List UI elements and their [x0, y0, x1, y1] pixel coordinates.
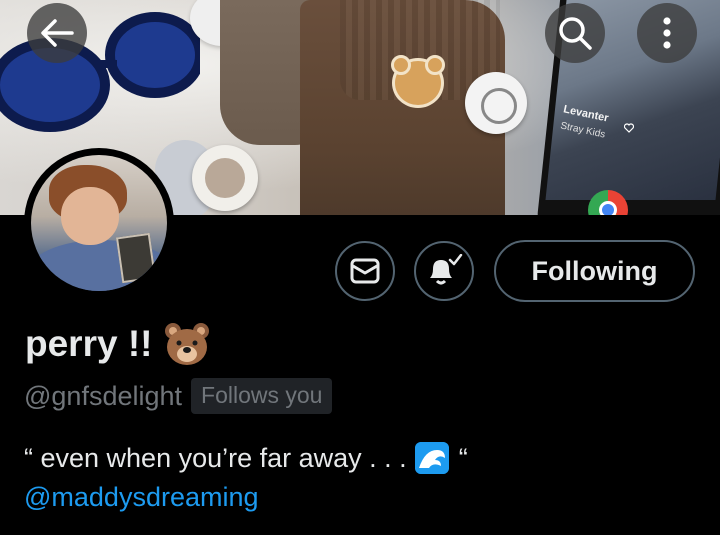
bear-face-icon [165, 323, 210, 365]
bio-mention-link[interactable]: @maddysdreaming [24, 482, 259, 513]
heart-icon [624, 123, 634, 133]
follows-you-badge: Follows you [191, 378, 333, 414]
handle-row: @gnfsdelight Follows you [24, 378, 333, 414]
search-button[interactable] [545, 3, 605, 63]
user-handle: @gnfsdelight [24, 380, 183, 411]
water-wave-icon [414, 442, 449, 474]
profile-name-row: perry !! [25, 322, 210, 366]
display-name: perry !! [25, 323, 153, 364]
message-button[interactable] [335, 241, 395, 301]
button-pin-image [192, 145, 258, 211]
mail-icon [350, 258, 380, 284]
avatar-image [31, 155, 167, 291]
bio-close-quote: “ [458, 442, 468, 473]
following-button[interactable]: Following [494, 240, 695, 302]
bear-pin-image [391, 55, 445, 108]
back-button[interactable] [27, 3, 87, 63]
arrow-left-icon [41, 19, 74, 47]
clock-pin-image [465, 72, 527, 134]
avatar[interactable] [24, 148, 174, 298]
bell-check-icon [430, 254, 463, 285]
bio: “ even when you’re far away . . . “ [24, 442, 468, 474]
more-vertical-icon [663, 17, 671, 49]
bio-text: “ even when you’re far away . . . [24, 442, 407, 473]
notifications-button[interactable] [414, 241, 474, 301]
more-options-button[interactable] [637, 3, 697, 63]
search-icon [559, 17, 592, 50]
